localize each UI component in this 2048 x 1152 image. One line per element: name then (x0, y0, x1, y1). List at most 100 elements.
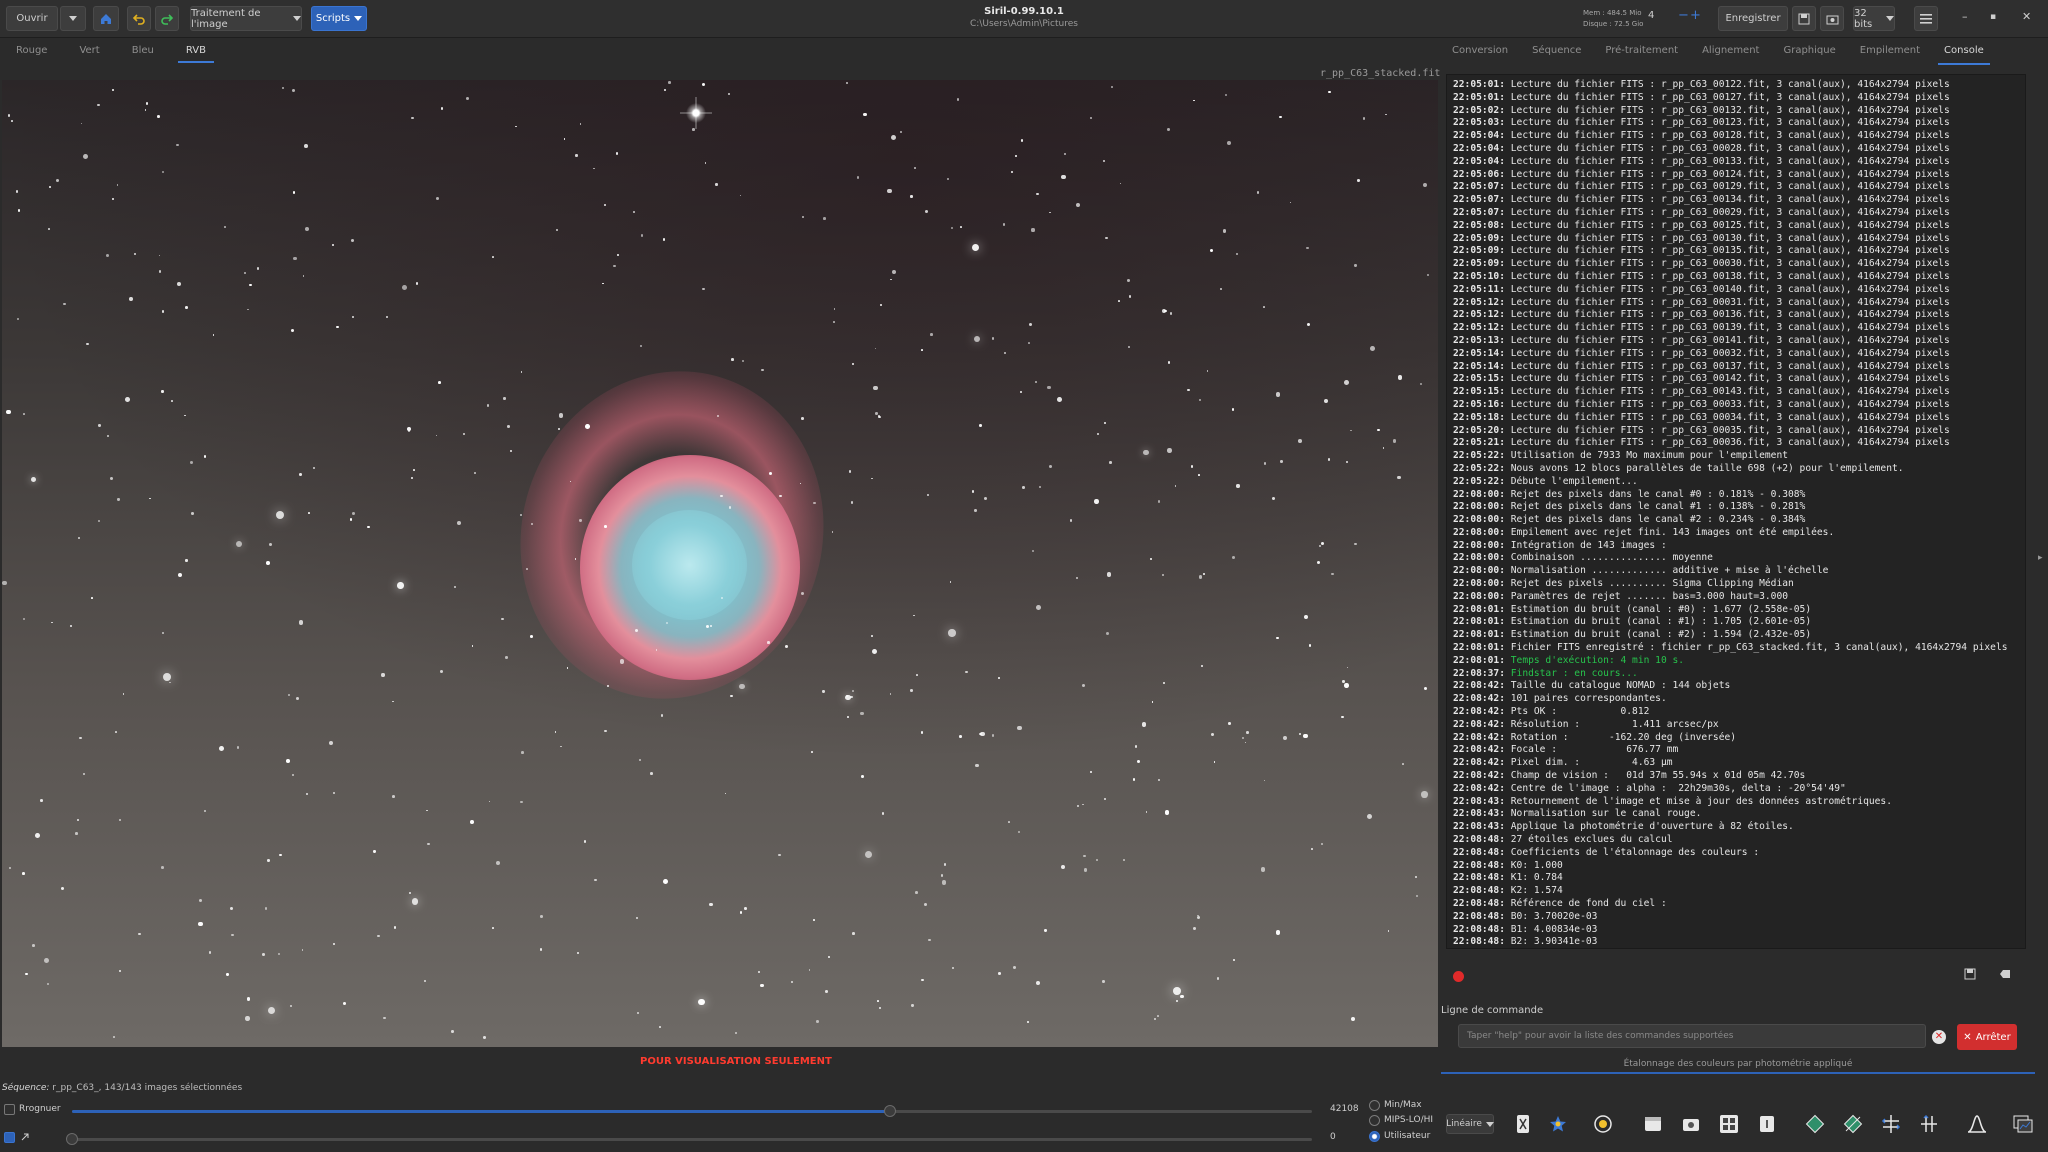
console-timestamp: 22:08:01: (1453, 616, 1511, 628)
star (77, 537, 80, 539)
star (292, 88, 296, 92)
panel-scrollbar[interactable] (2036, 74, 2042, 949)
bright-star (680, 97, 712, 129)
star (1187, 388, 1190, 392)
console-message: Lecture du fichier FITS : r_pp_C63_00128… (1510, 130, 1950, 142)
bit-depth-menu[interactable]: 32 bits (1853, 6, 1895, 31)
main-menu-button[interactable] (1914, 6, 1938, 31)
console-timestamp: 22:05:12: (1453, 309, 1511, 321)
stretch-select[interactable]: Linéaire (1446, 1114, 1494, 1134)
home-button[interactable] (93, 6, 119, 31)
console-line: 22:08:00: Rejet des pixels .......... Si… (1453, 578, 2027, 591)
tab-plot[interactable]: Graphique (1771, 41, 1847, 63)
star (530, 522, 533, 525)
minimize-icon[interactable]: – (1962, 10, 1968, 23)
chevron-right-icon[interactable]: ▸ (2038, 553, 2043, 563)
console-line: 22:05:18: Lecture du fichier FITS : r_pp… (1453, 412, 2027, 425)
star (383, 1016, 386, 1020)
recent-dropdown-button[interactable] (60, 6, 86, 31)
star (930, 333, 933, 337)
command-input[interactable]: Taper "help" pour avoir la liste des com… (1458, 1024, 1926, 1048)
redo-button[interactable] (155, 6, 179, 31)
rotate-tool[interactable] (1802, 1111, 1828, 1137)
cut-tool[interactable] (1510, 1111, 1536, 1137)
console-message: Rejet des pixels dans le canal #1 : 0.13… (1510, 501, 1806, 513)
minus-icon[interactable]: − (1678, 8, 1689, 23)
star (824, 989, 828, 993)
star (529, 635, 533, 639)
console-line: 22:05:04: Lecture du fichier FITS : r_pp… (1453, 130, 2027, 143)
save-button[interactable]: Enregistrer (1718, 6, 1788, 31)
console-line: 22:05:21: Lecture du fichier FITS : r_pp… (1453, 437, 2027, 450)
low-slider-knob[interactable] (66, 1133, 78, 1145)
console-log[interactable]: 22:05:01: Lecture du fichier FITS : r_pp… (1446, 74, 2026, 949)
tab-green[interactable]: Vert (63, 41, 115, 61)
screenshot-tool[interactable] (1678, 1111, 1704, 1137)
undo-button[interactable] (127, 6, 151, 31)
title-bar: Ouvrir Traitement de l'image Scripts Sir… (0, 0, 2048, 38)
tab-red[interactable]: Rouge (0, 41, 63, 61)
image-processing-menu[interactable]: Traitement de l'image (190, 6, 302, 31)
star (579, 519, 582, 522)
console-line: 22:08:00: Paramètres de rejet ....... ba… (1453, 591, 2027, 604)
console-message: Normalisation ............. additive + m… (1510, 565, 1829, 577)
console-timestamp: 22:08:00: (1453, 552, 1511, 564)
preview-watermark: POUR VISUALISATION SEULEMENT (640, 1056, 832, 1067)
console-message: Nous avons 12 blocs parallèles de taille… (1510, 462, 1904, 474)
star (486, 404, 490, 407)
console-timestamp: 22:08:42: (1453, 744, 1511, 756)
scripts-menu[interactable]: Scripts (311, 6, 367, 31)
console-timestamp: 22:05:20: (1453, 424, 1511, 436)
tab-blue[interactable]: Bleu (116, 41, 170, 61)
photometry-tool[interactable] (1590, 1111, 1616, 1137)
console-message: Lecture du fichier FITS : r_pp_C63_00130… (1510, 232, 1950, 244)
rotate-alt-tool[interactable] (1840, 1111, 1866, 1137)
star (124, 396, 130, 402)
low-slider[interactable] (72, 1138, 1312, 1141)
save-log-icon[interactable] (1963, 968, 1977, 982)
tab-console[interactable]: Console (1932, 41, 1996, 65)
snapshot-button[interactable] (1820, 6, 1844, 31)
grid-tool[interactable] (1716, 1111, 1742, 1137)
plus-icon[interactable]: + (1690, 8, 1701, 23)
star (860, 711, 864, 716)
tab-rgb[interactable]: RVB (170, 41, 222, 63)
high-slider-knob[interactable] (884, 1105, 897, 1117)
clear-log-icon[interactable] (1998, 968, 2012, 982)
stats-tool[interactable] (2010, 1111, 2036, 1137)
console-timestamp: 22:05:09: (1453, 232, 1511, 244)
scale-minmax-radio[interactable] (1369, 1100, 1380, 1111)
scale-user-radio[interactable] (1369, 1131, 1380, 1142)
scale-mips-radio[interactable] (1369, 1115, 1380, 1126)
open-button[interactable]: Ouvrir (6, 6, 58, 31)
mirror-horizontal-tool[interactable] (1878, 1111, 1904, 1137)
low-value: 0 (1330, 1132, 1336, 1142)
console-line: 22:08:00: Combinaison ............... mo… (1453, 552, 2027, 565)
console-line: 22:05:07: Lecture du fichier FITS : r_pp… (1453, 207, 2027, 220)
star (1216, 977, 1219, 980)
image-viewer[interactable] (2, 80, 1438, 1047)
histogram-tool[interactable] (1640, 1111, 1666, 1137)
maximize-icon[interactable]: ▪ (1990, 12, 1996, 22)
star (1419, 382, 1422, 386)
close-icon[interactable]: ✕ (2022, 10, 2031, 23)
tab-conversion[interactable]: Conversion (1440, 41, 1520, 63)
tab-stacking[interactable]: Empilement (1848, 41, 1932, 63)
mirror-vertical-tool[interactable] (1916, 1111, 1942, 1137)
tab-sequence[interactable]: Séquence (1520, 41, 1593, 63)
star (1402, 763, 1405, 765)
crop-checkbox[interactable] (4, 1104, 15, 1115)
tab-registration[interactable]: Alignement (1690, 41, 1771, 63)
tab-preprocessing[interactable]: Pré-traitement (1593, 41, 1690, 63)
clear-input-icon[interactable]: ✕ (1932, 1030, 1946, 1044)
info-tool[interactable] (1754, 1111, 1780, 1137)
star-tool[interactable] (1545, 1111, 1571, 1137)
star (1102, 980, 1105, 983)
link-checkbox[interactable] (4, 1132, 15, 1143)
save-as-button[interactable] (1792, 6, 1816, 31)
star (822, 690, 825, 693)
star (557, 427, 560, 430)
histogram-curve-tool[interactable] (1964, 1111, 1990, 1137)
stop-button[interactable]: ✕ Arrêter (1957, 1024, 2017, 1050)
threads-spinner[interactable]: 4 − + (1648, 8, 1701, 28)
